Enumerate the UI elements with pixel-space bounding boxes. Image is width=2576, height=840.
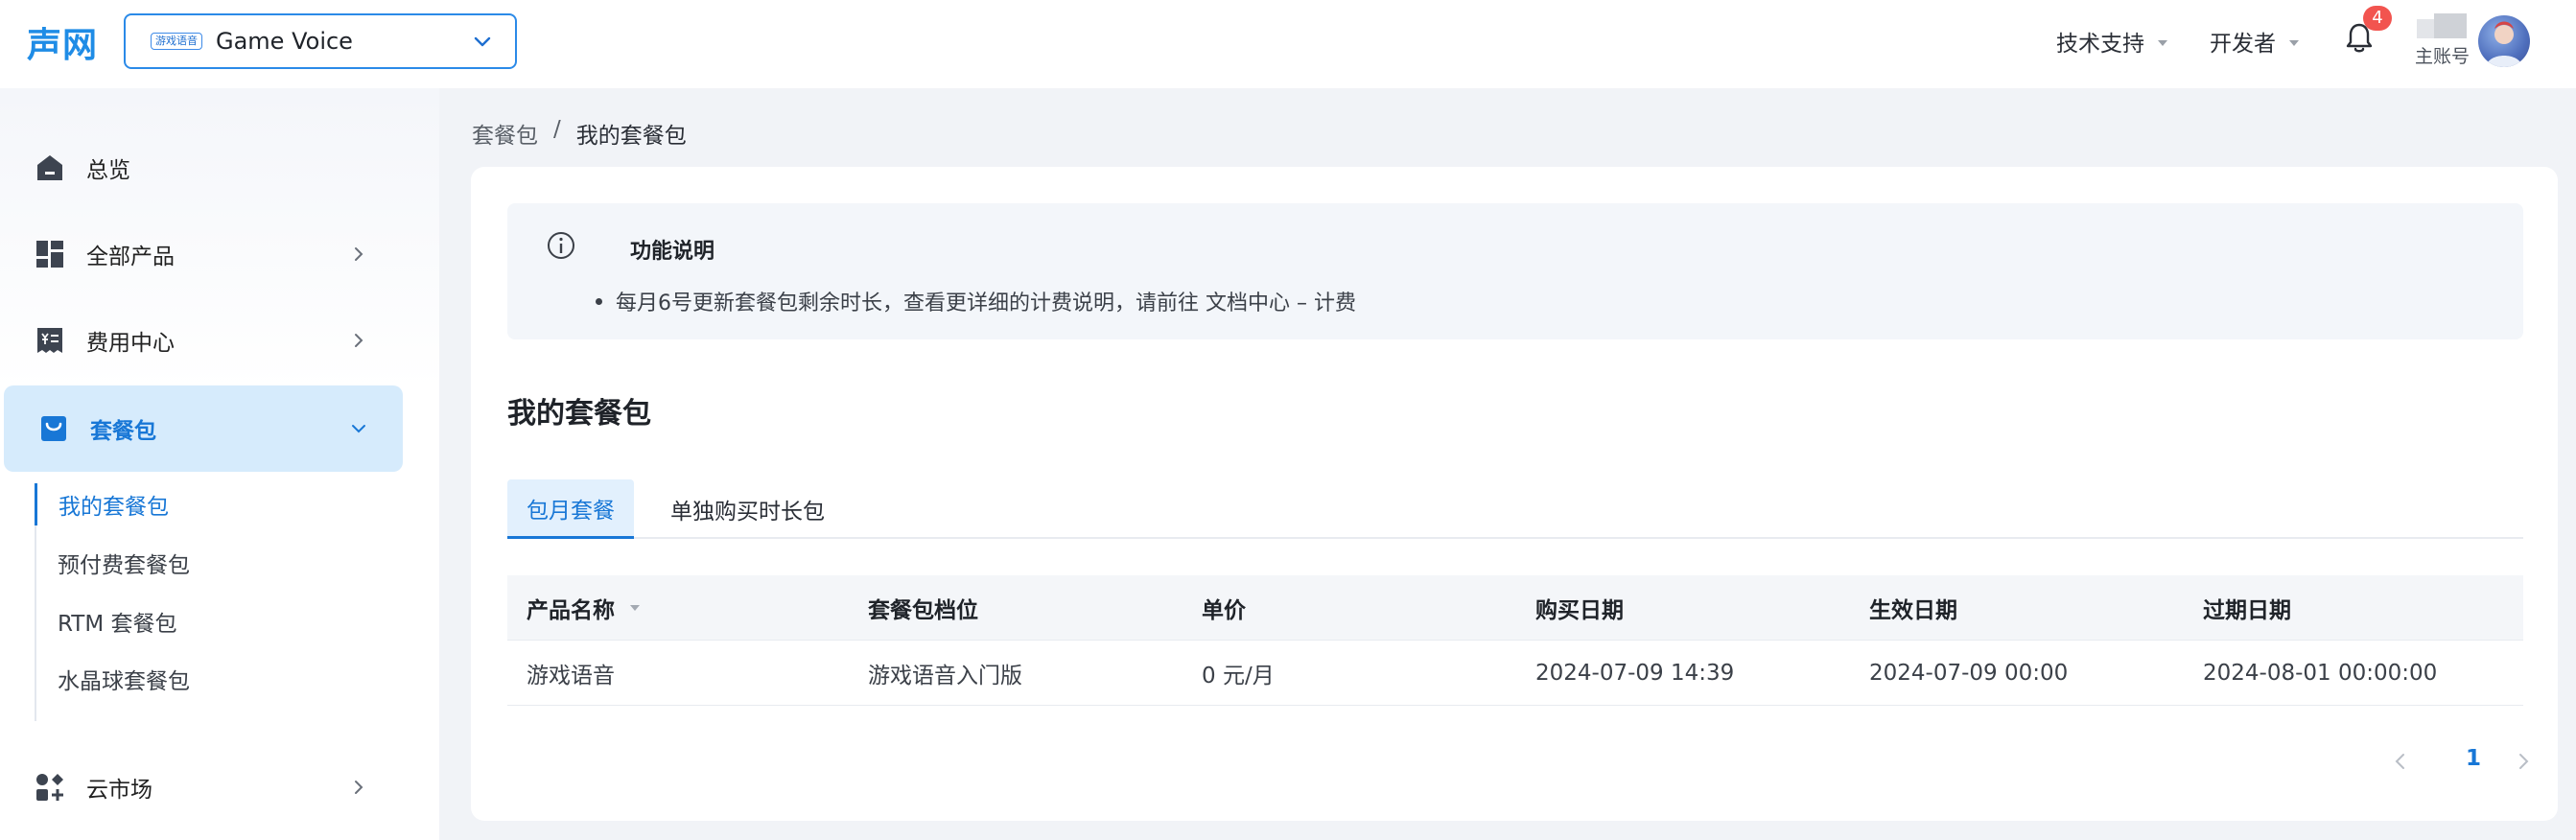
breadcrumb-parent[interactable]: 套餐包 [472,117,538,150]
sidebar-item-marketplace[interactable]: 云市场 [0,744,403,830]
main-card: 功能说明 每月6号更新套餐包剩余时长，查看更详细的计费说明，请前往 文档中心 –… [471,167,2558,821]
account-switch-icon [2417,13,2467,38]
column-header-tier: 套餐包档位 [868,598,978,623]
table-row: 游戏语音 游戏语音入门版 0 元/月 2024-07-09 14:39 2024… [507,641,2523,706]
cell-expiry-date: 2024-08-01 00:00:00 [2203,661,2438,686]
pagination: 1 [2389,744,2542,782]
billing-icon [37,328,62,353]
column-header-purchase-date: 购买日期 [1535,598,1624,623]
project-badge: 游戏语音 [151,33,202,50]
chevron-down-icon [474,36,491,47]
bullet-dot [596,297,602,305]
marketplace-icon [36,774,63,801]
cell-effective-date: 2024-07-09 00:00 [1869,661,2069,686]
breadcrumb-separator: / [553,117,561,142]
subnav-item-prepaid-packages[interactable]: 预付费套餐包 [36,542,401,584]
chevron-right-icon[interactable] [2512,750,2535,773]
column-header-effective-date: 生效日期 [1869,598,1957,623]
sidebar-item-label: 全部产品 [86,245,175,269]
cell-purchase-date: 2024-07-09 14:39 [1535,661,1735,686]
chevron-right-icon [355,247,363,261]
subnav-item-crystal-ball-packages[interactable]: 水晶球套餐包 [36,658,401,700]
home-icon [37,155,62,180]
section-title: 我的套餐包 [507,397,651,431]
caret-down-icon [2289,40,2299,46]
tech-support-menu[interactable]: 技术支持 [2056,25,2167,58]
page-number[interactable]: 1 [2466,746,2481,771]
sidebar-item-packages[interactable]: 套餐包 [4,385,403,472]
packages-submenu: 我的套餐包 预付费套餐包 RTM 套餐包 水晶球套餐包 [35,483,399,721]
chevron-right-icon [355,334,363,347]
cell-unit-price: 0 元/月 [1202,664,1275,688]
tab-monthly-packages[interactable]: 包月套餐 [507,479,634,539]
column-header-label: 产品名称 [527,598,615,623]
developer-label: 开发者 [2210,32,2276,57]
info-icon [548,232,574,259]
caret-down-icon [2158,40,2167,46]
brand-logo[interactable]: 声网 [27,17,98,67]
breadcrumb: 套餐包 / 我的套餐包 [472,117,687,150]
info-notice: 功能说明 每月6号更新套餐包剩余时长，查看更详细的计费说明，请前往 文档中心 –… [507,203,2523,339]
packages-table: 产品名称 套餐包档位 单价 购买日期 生效日期 过期日期 游戏语音 游戏语音入门… [507,575,2523,706]
breadcrumb-current: 我的套餐包 [575,124,687,149]
sidebar-item-all-products[interactable]: 全部产品 [0,211,403,297]
subnav-item-rtm-packages[interactable]: RTM 套餐包 [36,600,401,642]
sidebar-item-label: 套餐包 [90,419,156,444]
sidebar-item-label: 总览 [86,158,130,183]
info-bullet-text: 每月6号更新套餐包剩余时长，查看更详细的计费说明，请前往 文档中心 – 计费 [616,292,1356,315]
info-title: 功能说明 [630,240,715,264]
notification-badge: 4 [2363,6,2392,31]
project-name: Game Voice [216,28,353,55]
avatar[interactable] [2478,15,2530,67]
grid-icon [36,241,63,268]
cell-product: 游戏语音 [527,664,615,688]
sidebar-item-billing[interactable]: 费用中心 [0,297,403,384]
info-bullet: 每月6号更新套餐包剩余时长，查看更详细的计费说明，请前往 文档中心 – 计费 [596,286,1356,316]
subnav-item-my-packages[interactable]: 我的套餐包 [35,483,399,525]
tab-standalone-duration-packages[interactable]: 单独购买时长包 [651,479,844,539]
sidebar: 总览 全部产品 费用中心 套餐包 我的套餐包 预付费套餐包 RTM 套餐包 水晶… [0,88,439,840]
chevron-down-icon [352,425,365,433]
tech-support-label: 技术支持 [2056,32,2144,57]
sidebar-item-label: 云市场 [86,778,152,803]
package-icon [41,416,66,441]
column-header-product[interactable]: 产品名称 [527,575,640,641]
chevron-right-icon [355,781,363,794]
sort-down-icon [630,605,640,611]
table-header: 产品名称 套餐包档位 单价 购买日期 生效日期 过期日期 [507,575,2523,641]
sidebar-item-overview[interactable]: 总览 [0,125,403,211]
column-header-expiry-date: 过期日期 [2203,598,2291,623]
column-header-unit-price: 单价 [1202,598,1246,623]
project-selector[interactable]: 游戏语音 Game Voice [124,13,517,69]
account-type-label: 主账号 [2415,46,2471,67]
developer-menu[interactable]: 开发者 [2210,25,2299,58]
chevron-left-icon[interactable] [2389,750,2412,773]
sidebar-item-label: 费用中心 [86,331,175,356]
top-header: 声网 游戏语音 Game Voice 技术支持 开发者 4 主账号 [0,0,2576,88]
avatar-icon [2486,21,2522,67]
cell-tier: 游戏语音入门版 [868,664,1022,688]
package-tabs: 包月套餐 单独购买时长包 [507,479,2523,539]
